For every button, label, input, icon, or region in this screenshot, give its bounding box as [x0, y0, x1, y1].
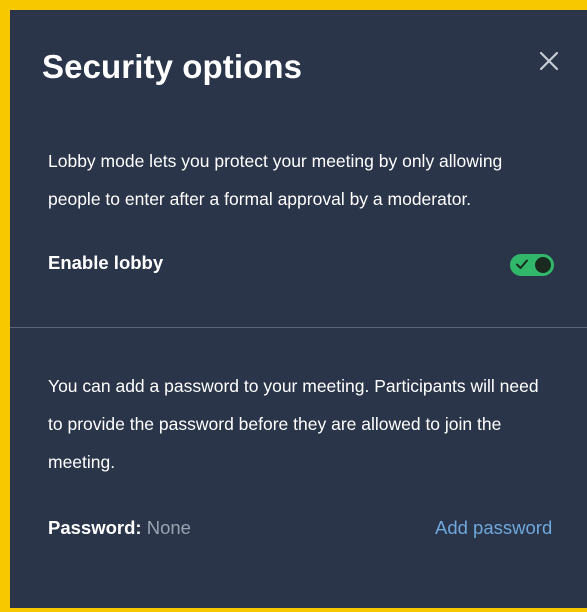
enable-lobby-label: Enable lobby — [48, 252, 164, 273]
add-password-link[interactable]: Add password — [435, 517, 552, 539]
section-divider — [10, 327, 587, 328]
password-value: None — [146, 517, 191, 538]
close-button[interactable] — [536, 48, 562, 74]
password-description: You can add a password to your meeting. … — [48, 376, 539, 472]
lobby-description: Lobby mode lets you protect your meeting… — [48, 151, 503, 209]
enable-lobby-toggle[interactable] — [510, 254, 554, 276]
password-row: Password: None — [48, 517, 191, 539]
close-icon — [539, 51, 559, 71]
password-label: Password: — [48, 517, 142, 538]
check-icon — [516, 259, 528, 269]
security-options-dialog: Security options Lobby mode lets you pro… — [10, 10, 587, 608]
dialog-title: Security options — [42, 48, 303, 85]
toggle-knob — [535, 257, 551, 273]
